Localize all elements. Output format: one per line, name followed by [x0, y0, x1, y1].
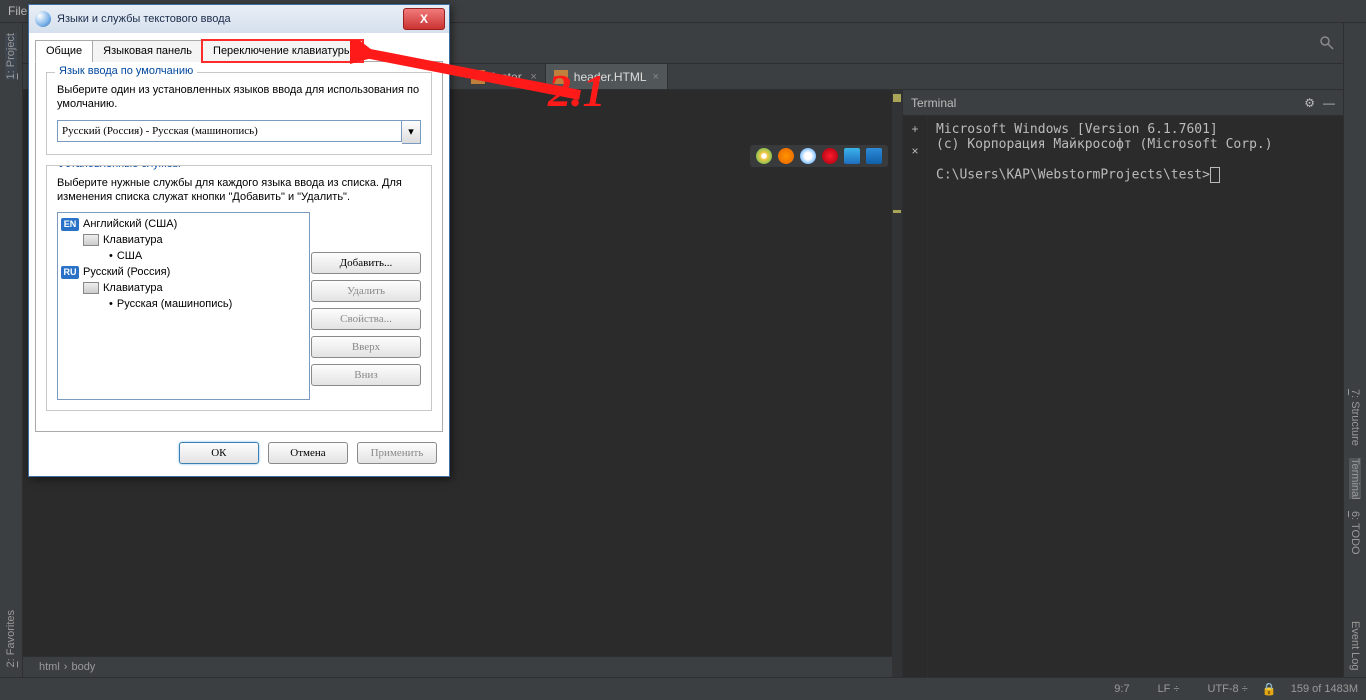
en-badge-icon: EN [61, 218, 79, 231]
tab-language-bar[interactable]: Языковая панель [92, 40, 203, 62]
move-up-button[interactable]: Вверх [311, 336, 421, 358]
add-button[interactable]: Добавить... [311, 252, 421, 274]
tool-favorites[interactable]: 2: Favorites [5, 610, 17, 667]
terminal-add-icon[interactable]: + [911, 122, 918, 136]
combo-input[interactable] [57, 120, 402, 142]
group-hint: Выберите нужные службы для каждого языка… [57, 176, 421, 205]
cursor [1210, 167, 1220, 183]
tree-keyboard[interactable]: Клавиатура [61, 280, 306, 296]
terminal-close-icon[interactable]: × [911, 144, 918, 158]
move-down-button[interactable]: Вниз [311, 364, 421, 386]
titlebar[interactable]: Языки и службы текстового ввода X [29, 5, 449, 33]
tool-eventlog[interactable]: Event Log [1349, 621, 1361, 671]
tree-lang-ru[interactable]: RUРусский (Россия) [61, 264, 306, 280]
edge-icon[interactable] [866, 148, 882, 164]
tab-label: footer. [491, 70, 524, 84]
tab-label: header.HTML [574, 70, 647, 84]
installed-services-group: Установленные службы Выберите нужные слу… [46, 165, 432, 412]
tree-lang-en[interactable]: ENАнглийский (США) [61, 216, 306, 232]
status-line-ending[interactable]: LF ÷ [1144, 683, 1180, 695]
ie-icon[interactable] [844, 148, 860, 164]
default-language-combo[interactable]: ▾ [57, 120, 421, 144]
terminal-side: + × [903, 116, 928, 677]
html-file-icon [554, 70, 568, 84]
terminal-pane: Terminal ⚙ — + × Microsoft Windows [Vers… [903, 90, 1343, 677]
ok-button[interactable]: ОК [179, 442, 259, 464]
firefox-icon[interactable] [778, 148, 794, 164]
warning-icon[interactable] [893, 94, 901, 102]
marker[interactable] [893, 210, 901, 213]
breadcrumb: html › body [23, 656, 902, 677]
lock-icon[interactable]: 🔒 [1262, 682, 1277, 696]
search-icon[interactable] [1319, 35, 1335, 51]
tab-header[interactable]: header.HTML × [546, 64, 668, 89]
terminal-title: Terminal [911, 96, 956, 110]
dialog-title: Языки и службы текстового ввода [57, 13, 231, 25]
html-file-icon [471, 70, 485, 84]
crumb[interactable]: html [39, 661, 60, 673]
terminal-output[interactable]: Microsoft Windows [Version 6.1.7601] (c)… [928, 116, 1343, 677]
services-tree[interactable]: ENАнглийский (США) Клавиатура •США RUРус… [57, 212, 310, 400]
tab-general[interactable]: Общие [35, 40, 93, 62]
gear-icon[interactable]: ⚙ [1304, 96, 1315, 110]
close-icon[interactable]: × [530, 71, 536, 83]
chrome-icon[interactable] [756, 148, 772, 164]
delete-button[interactable]: Удалить [311, 280, 421, 302]
globe-icon [35, 11, 51, 27]
group-legend: Установленные службы [55, 165, 185, 170]
ru-badge-icon: RU [61, 266, 79, 279]
status-position[interactable]: 9:7 [1114, 683, 1129, 695]
tool-todo[interactable]: 6: TODO [1349, 511, 1361, 555]
menu-file[interactable]: File [8, 4, 27, 18]
dialog-footer: ОК Отмена Применить [35, 432, 443, 470]
safari-icon[interactable] [800, 148, 816, 164]
group-legend: Язык ввода по умолчанию [55, 65, 197, 77]
crumb[interactable]: body [71, 661, 95, 673]
tree-layout-ru[interactable]: •Русская (машинопись) [61, 296, 306, 312]
status-encoding[interactable]: UTF-8 ÷ [1194, 683, 1248, 695]
tab-keyboard-switch[interactable]: Переключение клавиатуры [202, 40, 363, 62]
tree-layout-en[interactable]: •США [61, 248, 306, 264]
tab-footer[interactable]: footer. × [463, 64, 546, 89]
service-buttons: Добавить... Удалить Свойства... Вверх Вн… [311, 212, 421, 392]
close-button[interactable]: X [403, 8, 445, 30]
group-hint: Выберите один из установленных языков вв… [57, 83, 421, 112]
dialog-tabs: Общие Языковая панель Переключение клави… [35, 39, 443, 62]
tool-structure[interactable]: 7: Structure [1349, 389, 1361, 446]
tree-keyboard[interactable]: Клавиатура [61, 232, 306, 248]
browser-preview-icons [750, 145, 888, 167]
terminal-header: Terminal ⚙ — [903, 90, 1343, 116]
hide-icon[interactable]: — [1323, 96, 1335, 110]
tool-terminal[interactable]: Terminal [1349, 458, 1361, 500]
close-icon[interactable]: × [653, 71, 659, 83]
properties-button[interactable]: Свойства... [311, 308, 421, 330]
chevron-down-icon[interactable]: ▾ [402, 120, 421, 144]
default-language-group: Язык ввода по умолчанию Выберите один из… [46, 72, 432, 155]
right-tool-strip: 7: Structure Terminal 6: TODO Event Log [1343, 23, 1366, 677]
keyboard-icon [83, 234, 99, 246]
status-memory[interactable]: 159 of 1483M [1291, 683, 1358, 695]
language-services-dialog: Языки и службы текстового ввода X Общие … [28, 4, 450, 477]
cancel-button[interactable]: Отмена [268, 442, 348, 464]
tool-project[interactable]: 1: Project [5, 33, 17, 79]
apply-button[interactable]: Применить [357, 442, 437, 464]
editor-gutter [892, 90, 902, 677]
tab-pane-general: Язык ввода по умолчанию Выберите один из… [35, 62, 443, 432]
opera-icon[interactable] [822, 148, 838, 164]
keyboard-icon [83, 282, 99, 294]
status-bar: 9:7 LF ÷ UTF-8 ÷ 🔒 159 of 1483M [0, 677, 1366, 700]
left-tool-strip: 1: Project 2: Favorites [0, 23, 23, 677]
